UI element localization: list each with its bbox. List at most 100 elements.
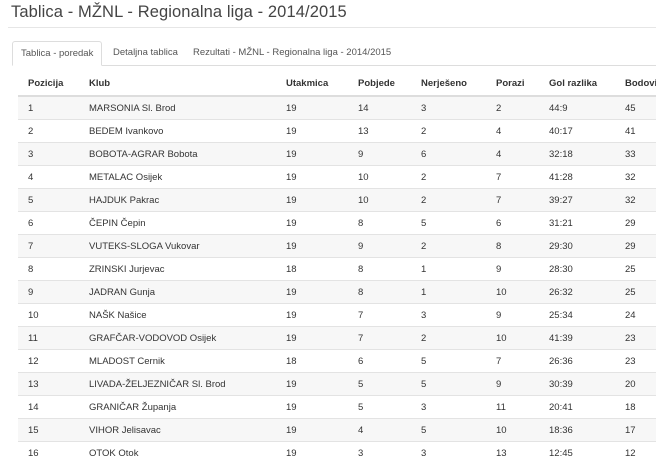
cell-porazi: 7 — [486, 188, 539, 212]
cell-klub: VIHOR Jelisavac — [79, 418, 276, 442]
cell-gol-razlika: 26:36 — [539, 349, 615, 373]
table-row: 2 BEDEM Ivankovo 19 13 2 4 40:17 41 — [18, 119, 656, 143]
cell-pobjede: 5 — [348, 395, 411, 419]
cell-klub: BOBOTA-AGRAR Bobota — [79, 142, 276, 166]
cell-utakmica: 19 — [276, 280, 348, 304]
table-row: 8 ZRINSKI Jurjevac 18 8 1 9 28:30 25 — [18, 257, 656, 281]
table-row: 4 METALAC Osijek 19 10 2 7 41:28 32 — [18, 165, 656, 189]
cell-gol-razlika: 18:36 — [539, 418, 615, 442]
cell-gol-razlika: 31:21 — [539, 211, 615, 235]
cell-nerijeseno: 2 — [411, 188, 486, 212]
table-row: 7 VUTEKS-SLOGA Vukovar 19 9 2 8 29:30 29 — [18, 234, 656, 258]
cell-bodovi: 17 — [615, 418, 656, 442]
table-row: 5 HAJDUK Pakrac 19 10 2 7 39:27 32 — [18, 188, 656, 212]
table-row: 13 LIVADA-ŽELJEZNIČAR Sl. Brod 19 5 5 9 30:39 2… — [18, 372, 656, 396]
standings-table-container: Pozicija Klub Utakmica Pobjede Nerješeno… — [18, 72, 656, 473]
table-row: 14 GRANIČAR Županja 19 5 3 11 20:41 18 — [18, 395, 656, 419]
cell-porazi: 6 — [486, 211, 539, 235]
cell-pozicija: 3 — [18, 142, 79, 166]
cell-pobjede: 10 — [348, 188, 411, 212]
cell-pozicija: 16 — [18, 441, 79, 464]
cell-nerijeseno: 5 — [411, 372, 486, 396]
header-pobjede: Pobjede — [348, 72, 411, 97]
cell-klub: OTOK Otok — [79, 441, 276, 464]
cell-gol-razlika: 25:34 — [539, 303, 615, 327]
cell-nerijeseno: 2 — [411, 165, 486, 189]
cell-porazi: 7 — [486, 165, 539, 189]
cell-pobjede: 5 — [348, 372, 411, 396]
cell-klub: GRANIČAR Županja — [79, 395, 276, 419]
cell-bodovi: 23 — [615, 326, 656, 350]
tab-tablica-poredak[interactable]: Tablica - poredak — [12, 41, 103, 66]
cell-utakmica: 19 — [276, 119, 348, 143]
cell-pozicija: 10 — [18, 303, 79, 327]
table-row: 9 JADRAN Gunja 19 8 1 10 26:32 25 — [18, 280, 656, 304]
cell-klub: HAJDUK Pakrac — [79, 188, 276, 212]
cell-klub: MLADOST Cernik — [79, 349, 276, 373]
cell-pozicija: 2 — [18, 119, 79, 143]
cell-pozicija: 1 — [18, 95, 79, 120]
cell-pobjede: 3 — [348, 441, 411, 464]
cell-nerijeseno: 5 — [411, 418, 486, 442]
table-body: 1 MARSONIA Sl. Brod 19 14 3 2 44:9 45 2 BEDEM Iva… — [18, 95, 656, 464]
cell-bodovi: 32 — [615, 165, 656, 189]
cell-gol-razlika: 40:17 — [539, 119, 615, 143]
cell-pobjede: 9 — [348, 142, 411, 166]
cell-utakmica: 19 — [276, 165, 348, 189]
cell-gol-razlika: 44:9 — [539, 95, 615, 120]
cell-bodovi: 18 — [615, 395, 656, 419]
cell-gol-razlika: 28:30 — [539, 257, 615, 281]
cell-nerijeseno: 2 — [411, 326, 486, 350]
cell-porazi: 2 — [486, 95, 539, 120]
table-row: 11 GRAFČAR-VODOVOD Osijek 19 7 2 10 41:39 23 — [18, 326, 656, 350]
cell-gol-razlika: 41:28 — [539, 165, 615, 189]
cell-porazi: 4 — [486, 119, 539, 143]
cell-bodovi: 24 — [615, 303, 656, 327]
cell-pozicija: 13 — [18, 372, 79, 396]
cell-pobjede: 8 — [348, 280, 411, 304]
header-bodovi: Bodovi — [615, 72, 656, 97]
cell-nerijeseno: 1 — [411, 280, 486, 304]
cell-utakmica: 19 — [276, 441, 348, 464]
cell-bodovi: 12 — [615, 441, 656, 464]
tab-rezultati[interactable]: Rezultati - MŽNL - Regionalna liga - 201… — [193, 41, 391, 65]
header-gol-razlika: Gol razlika — [539, 72, 615, 97]
cell-gol-razlika: 26:32 — [539, 280, 615, 304]
table-header-row: Pozicija Klub Utakmica Pobjede Nerješeno… — [18, 72, 656, 97]
cell-bodovi: 41 — [615, 119, 656, 143]
cell-utakmica: 19 — [276, 95, 348, 120]
cell-klub: MARSONIA Sl. Brod — [79, 95, 276, 120]
cell-nerijeseno: 2 — [411, 119, 486, 143]
tab-detaljna-tablica[interactable]: Detaljna tablica — [113, 41, 178, 65]
cell-klub: ZRINSKI Jurjevac — [79, 257, 276, 281]
cell-klub: BEDEM Ivankovo — [79, 119, 276, 143]
table-row: 12 MLADOST Cernik 18 6 5 7 26:36 23 — [18, 349, 656, 373]
table-row: 16 OTOK Otok 19 3 3 13 12:45 12 — [18, 441, 656, 464]
cell-utakmica: 19 — [276, 211, 348, 235]
cell-bodovi: 45 — [615, 95, 656, 120]
cell-gol-razlika: 20:41 — [539, 395, 615, 419]
cell-pobjede: 8 — [348, 211, 411, 235]
cell-bodovi: 33 — [615, 142, 656, 166]
cell-utakmica: 19 — [276, 326, 348, 350]
cell-pobjede: 10 — [348, 165, 411, 189]
cell-gol-razlika: 29:30 — [539, 234, 615, 258]
cell-porazi: 11 — [486, 395, 539, 419]
cell-nerijeseno: 5 — [411, 211, 486, 235]
cell-utakmica: 19 — [276, 188, 348, 212]
cell-utakmica: 18 — [276, 349, 348, 373]
cell-porazi: 7 — [486, 349, 539, 373]
cell-pobjede: 8 — [348, 257, 411, 281]
header-porazi: Porazi — [486, 72, 539, 97]
cell-utakmica: 19 — [276, 418, 348, 442]
cell-porazi: 9 — [486, 257, 539, 281]
cell-pobjede: 6 — [348, 349, 411, 373]
cell-nerijeseno: 5 — [411, 349, 486, 373]
cell-porazi: 10 — [486, 418, 539, 442]
cell-klub: ČEPIN Čepin — [79, 211, 276, 235]
header-klub: Klub — [79, 72, 276, 97]
table-row: 6 ČEPIN Čepin 19 8 5 6 31:21 29 — [18, 211, 656, 235]
table-row: 1 MARSONIA Sl. Brod 19 14 3 2 44:9 45 — [18, 95, 656, 120]
cell-utakmica: 19 — [276, 234, 348, 258]
cell-klub: LIVADA-ŽELJEZNIČAR Sl. Brod — [79, 372, 276, 396]
